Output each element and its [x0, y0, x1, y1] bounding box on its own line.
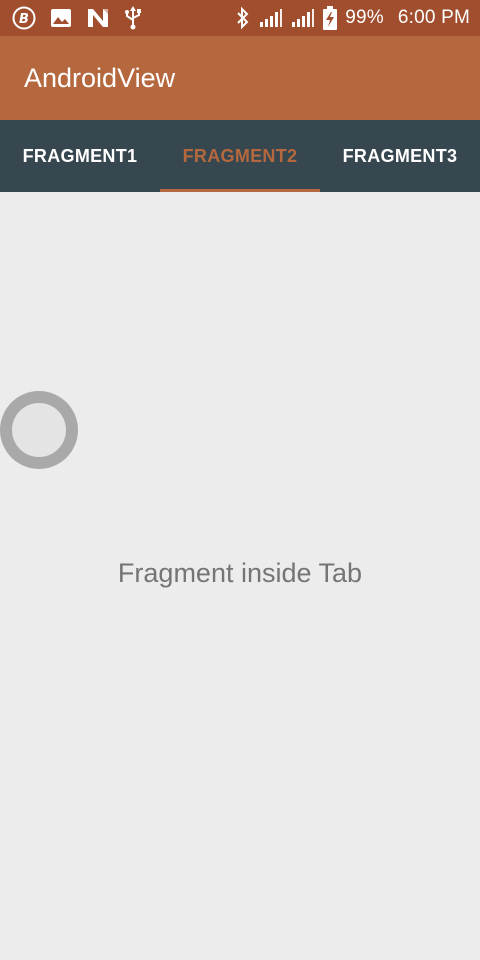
signal-icon — [291, 8, 315, 28]
signal-icon — [259, 8, 283, 28]
tab-label: FRAGMENT2 — [182, 145, 298, 166]
tab-label: FRAGMENT1 — [22, 145, 138, 166]
n-icon — [86, 7, 110, 29]
tab-label: FRAGMENT3 — [342, 145, 458, 166]
touch-indicator — [0, 391, 78, 469]
bluetooth-icon — [235, 6, 251, 30]
svg-text:B: B — [19, 12, 29, 27]
status-bar-left: B — [12, 6, 142, 30]
tab-fragment3[interactable]: FRAGMENT3 — [320, 120, 480, 192]
screen: B 99% 6:00 PM AndroidView FRAGMENT1 FRAG… — [0, 0, 480, 960]
status-bar-time: 6:00 PM — [397, 7, 470, 28]
battery-charging-icon — [323, 6, 338, 30]
app-title: AndroidView — [24, 62, 176, 93]
battery-percentage: 99% — [345, 7, 384, 28]
bitcoin-icon: B — [12, 6, 36, 30]
tab-fragment1[interactable]: FRAGMENT1 — [0, 120, 160, 192]
fragment-content: Fragment inside Tab — [0, 192, 480, 960]
usb-icon — [124, 6, 142, 30]
image-icon — [50, 8, 72, 28]
tab-bar: FRAGMENT1 FRAGMENT2 FRAGMENT3 — [0, 120, 480, 192]
fragment-text: Fragment inside Tab — [117, 558, 363, 588]
app-bar: AndroidView — [0, 36, 480, 120]
tab-fragment2[interactable]: FRAGMENT2 — [160, 120, 320, 192]
status-bar: B 99% 6:00 PM — [0, 0, 480, 36]
touch-indicator-inner — [12, 403, 66, 457]
status-bar-right: 99% 6:00 PM — [235, 6, 470, 30]
